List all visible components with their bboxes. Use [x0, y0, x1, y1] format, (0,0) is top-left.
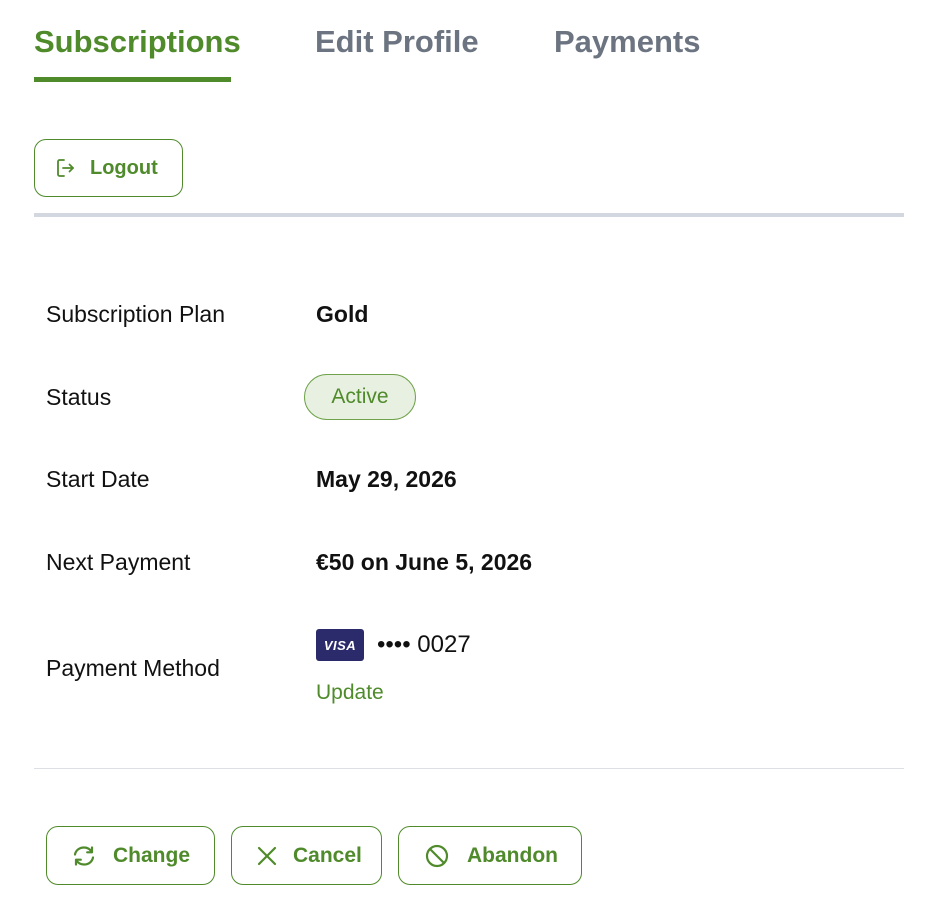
plan-label: Subscription Plan	[46, 301, 225, 327]
header-divider	[34, 213, 904, 217]
close-icon	[254, 843, 280, 869]
next-payment-label: Next Payment	[46, 549, 191, 575]
change-button[interactable]: Change	[46, 826, 215, 885]
logout-icon	[55, 157, 77, 179]
update-payment-link[interactable]: Update	[316, 681, 384, 705]
logout-label: Logout	[90, 156, 158, 179]
subscription-page: Subscriptions Edit Profile Payments Logo…	[0, 0, 948, 912]
tab-subscriptions[interactable]: Subscriptions	[34, 22, 241, 62]
payment-method-label: Payment Method	[46, 655, 220, 681]
refresh-icon	[71, 843, 97, 869]
start-date-value: May 29, 2026	[316, 466, 457, 492]
plan-value: Gold	[316, 301, 369, 327]
abandon-button[interactable]: Abandon	[398, 826, 582, 885]
next-payment-value: €50 on June 5, 2026	[316, 549, 533, 575]
actions-divider	[34, 768, 904, 769]
abandon-label: Abandon	[467, 843, 558, 867]
cancel-label: Cancel	[293, 843, 362, 867]
tab-edit-profile[interactable]: Edit Profile	[315, 22, 479, 62]
status-label: Status	[46, 384, 112, 410]
visa-card-icon: VISA	[316, 629, 364, 661]
change-label: Change	[113, 843, 191, 867]
tab-payments[interactable]: Payments	[554, 22, 700, 62]
start-date-label: Start Date	[46, 466, 150, 492]
logout-button[interactable]: Logout	[34, 139, 183, 197]
cancel-button[interactable]: Cancel	[231, 826, 382, 885]
block-icon	[424, 843, 450, 869]
status-badge: Active	[304, 374, 416, 420]
active-tab-indicator	[34, 77, 231, 82]
card-number: •••• 0027	[377, 631, 471, 658]
